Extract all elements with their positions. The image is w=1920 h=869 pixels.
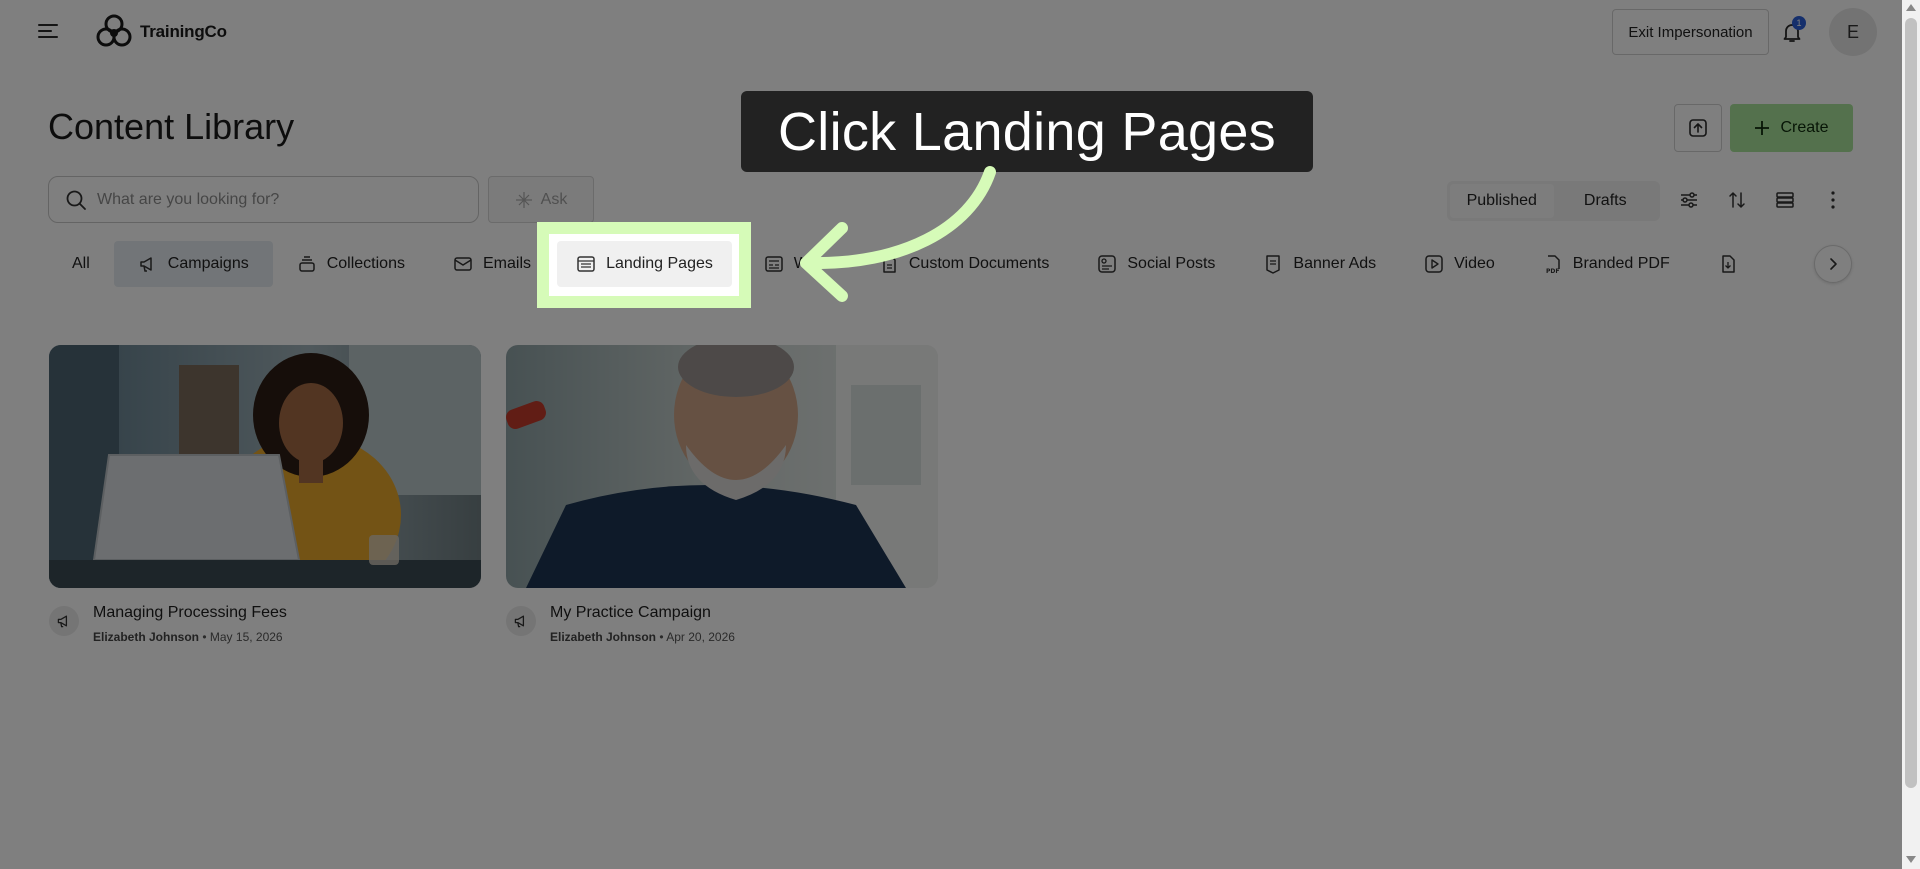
pdf-icon: PDF bbox=[1546, 255, 1560, 274]
sliders-icon bbox=[1681, 192, 1697, 208]
sort-button[interactable] bbox=[1725, 188, 1749, 212]
tab-label: All bbox=[72, 255, 90, 272]
card-byline: Elizabeth Johnson • Apr 20, 2026 bbox=[550, 630, 735, 644]
content-card[interactable]: My Practice Campaign Elizabeth Johnson •… bbox=[506, 345, 938, 654]
id-card-icon bbox=[765, 256, 783, 272]
more-options-button[interactable] bbox=[1821, 188, 1845, 212]
tab-all[interactable]: All bbox=[48, 241, 114, 287]
svg-text:PDF: PDF bbox=[1546, 268, 1559, 274]
plus-icon bbox=[1755, 121, 1770, 135]
megaphone-icon bbox=[140, 257, 152, 272]
menu-icon[interactable] bbox=[38, 24, 58, 38]
megaphone-icon bbox=[514, 615, 525, 628]
tab-download-doc[interactable] bbox=[1694, 241, 1738, 287]
tab-branded-pdf[interactable]: PDF Branded PDF bbox=[1519, 241, 1694, 287]
card-author: Elizabeth Johnson bbox=[550, 630, 657, 644]
page-title: Content Library bbox=[48, 106, 295, 147]
avatar[interactable]: E bbox=[1829, 8, 1877, 56]
card-date: May 15, 2026 bbox=[209, 630, 283, 644]
woman-laptop-photo bbox=[49, 345, 481, 588]
tabs-scroll-right-button[interactable] bbox=[1814, 245, 1852, 283]
filter-button[interactable] bbox=[1677, 188, 1701, 212]
upload-icon bbox=[1689, 119, 1707, 137]
brand-logo[interactable]: TrainingCo bbox=[94, 12, 227, 52]
card-date: Apr 20, 2026 bbox=[666, 630, 735, 644]
tab-social-posts[interactable]: Social Posts bbox=[1073, 241, 1239, 287]
search-box[interactable] bbox=[48, 176, 479, 223]
drafts-toggle[interactable]: Drafts bbox=[1554, 184, 1658, 218]
scrollbar-thumb[interactable] bbox=[1905, 18, 1917, 788]
sparkle-icon bbox=[515, 191, 532, 208]
tab-custom-documents[interactable]: Custom Documents bbox=[855, 241, 1074, 287]
megaphone-icon bbox=[57, 615, 68, 628]
tab-w[interactable]: W bbox=[740, 241, 833, 287]
tab-video[interactable]: Video bbox=[1400, 241, 1519, 287]
tab-label: Collections bbox=[326, 255, 405, 272]
notification-badge: 1 bbox=[1792, 16, 1806, 30]
scroll-down-arrow[interactable] bbox=[1906, 856, 1916, 863]
spotlight-frame bbox=[537, 222, 751, 308]
content-card[interactable]: Managing Processing Fees Elizabeth Johns… bbox=[49, 345, 481, 654]
view-toggle-button[interactable] bbox=[1773, 188, 1797, 212]
list-view-icon bbox=[1776, 192, 1794, 208]
card-title[interactable]: Managing Processing Fees bbox=[93, 604, 287, 622]
logo-icon bbox=[96, 14, 132, 47]
tab-label: Branded PDF bbox=[1572, 255, 1670, 272]
download-document-icon bbox=[1721, 255, 1735, 273]
tab-label: Video bbox=[1454, 255, 1495, 272]
create-label: Create bbox=[1780, 119, 1829, 136]
search-icon bbox=[66, 190, 86, 210]
man-reading-photo bbox=[506, 345, 938, 588]
social-post-icon bbox=[1098, 255, 1117, 273]
published-toggle[interactable]: Published bbox=[1450, 184, 1554, 218]
kebab-icon bbox=[1831, 191, 1835, 209]
status-toggle: Published Drafts bbox=[1447, 181, 1660, 221]
card-title[interactable]: My Practice Campaign bbox=[550, 604, 711, 622]
card-type-badge bbox=[49, 606, 79, 636]
search-input[interactable] bbox=[97, 190, 437, 209]
ask-button[interactable]: Ask bbox=[488, 176, 594, 223]
play-icon bbox=[1425, 255, 1443, 273]
scroll-up-arrow[interactable] bbox=[1906, 4, 1916, 11]
tab-collections[interactable]: Collections bbox=[273, 241, 429, 287]
tab-label: Custom Documents bbox=[908, 255, 1050, 272]
card-thumbnail[interactable] bbox=[49, 345, 481, 588]
chevron-right-icon bbox=[1830, 258, 1837, 270]
tutorial-callout: Click Landing Pages bbox=[741, 91, 1313, 172]
document-icon bbox=[883, 255, 896, 273]
tab-campaigns[interactable]: Campaigns bbox=[113, 241, 273, 287]
create-button[interactable]: Create bbox=[1730, 104, 1853, 152]
upload-button[interactable] bbox=[1674, 104, 1722, 152]
brand-name: TrainingCo bbox=[140, 22, 227, 41]
card-byline: Elizabeth Johnson • May 15, 2026 bbox=[93, 630, 283, 644]
card-type-badge bbox=[506, 606, 536, 636]
sort-icon bbox=[1729, 192, 1745, 208]
exit-impersonation-button[interactable]: Exit Impersonation bbox=[1612, 9, 1769, 55]
tab-label: Campaigns bbox=[167, 255, 249, 272]
card-author: Elizabeth Johnson bbox=[93, 630, 200, 644]
mail-icon bbox=[454, 257, 472, 271]
content-type-tabs: All Campaigns Collections Emails Landing… bbox=[48, 241, 1738, 287]
tab-label: Banner Ads bbox=[1293, 255, 1377, 272]
tab-label: Emails bbox=[482, 255, 531, 272]
tab-banner-ads[interactable]: Banner Ads bbox=[1239, 241, 1400, 287]
ask-label: Ask bbox=[540, 190, 568, 208]
card-thumbnail[interactable] bbox=[506, 345, 938, 588]
tab-label: Social Posts bbox=[1127, 255, 1216, 272]
stack-icon bbox=[298, 256, 315, 272]
tab-label: W bbox=[793, 255, 809, 272]
banner-icon bbox=[1266, 255, 1281, 274]
